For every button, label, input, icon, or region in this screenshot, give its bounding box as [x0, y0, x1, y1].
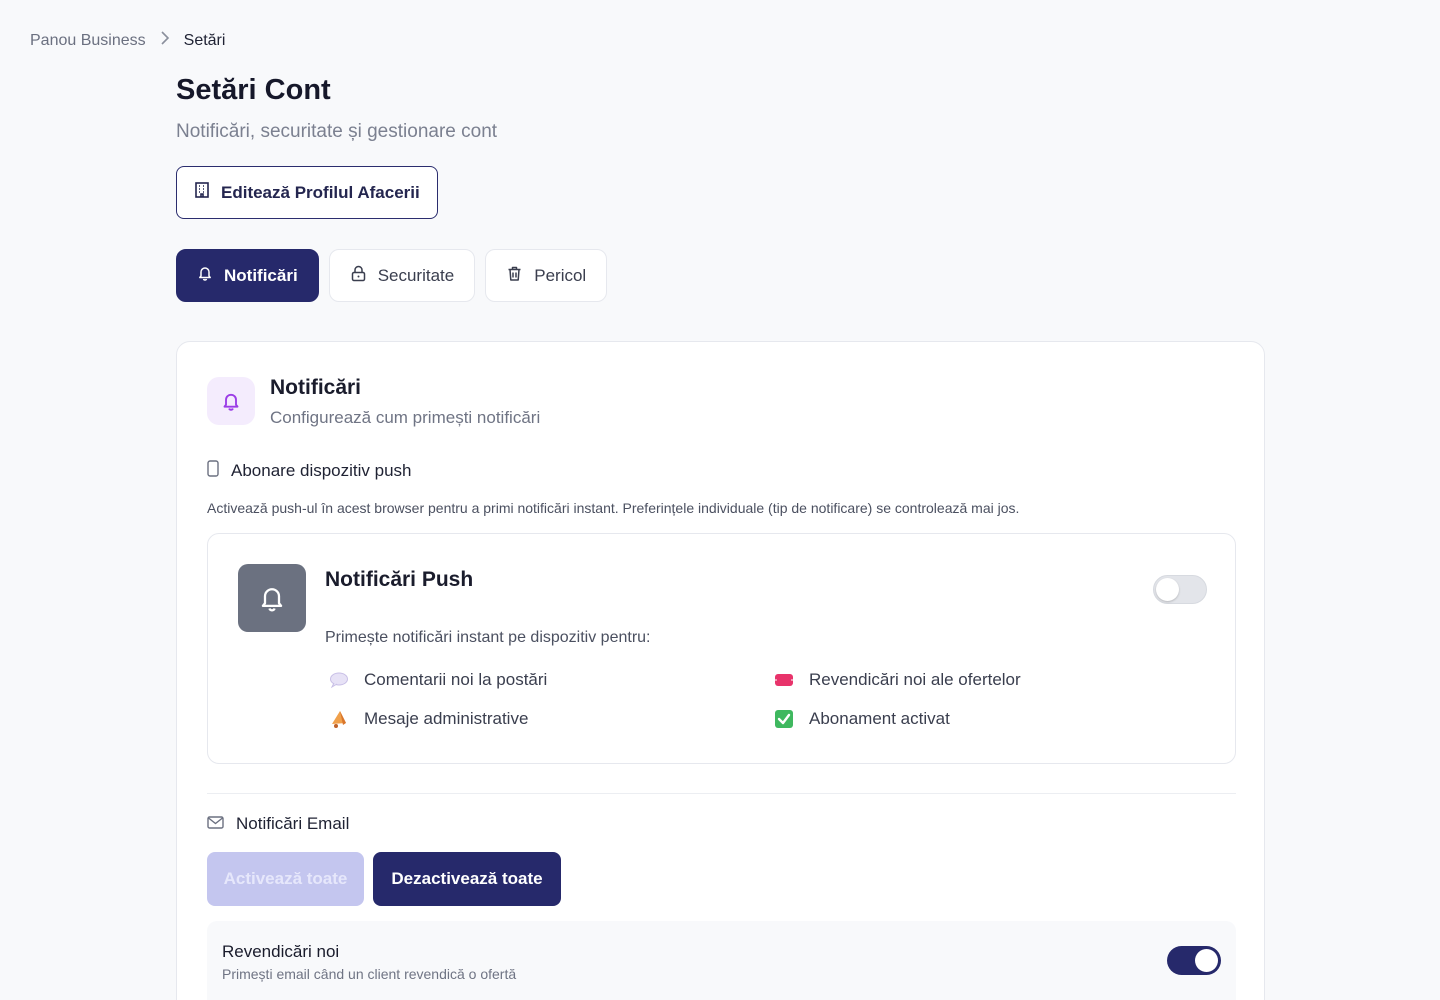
push-toggle[interactable] — [1153, 575, 1207, 604]
notifications-card: Notificări Configurează cum primești not… — [176, 341, 1265, 1000]
tab-security-label: Securitate — [377, 265, 455, 285]
email-section-heading-label: Notificări Email — [236, 814, 350, 833]
tab-danger[interactable]: Pericol — [485, 249, 608, 302]
speech-bubble-icon — [328, 669, 350, 691]
email-section-heading: Notificări Email — [207, 814, 349, 834]
page-title: Setări Cont — [176, 74, 331, 106]
tab-security[interactable]: Securitate — [328, 249, 476, 302]
enable-all-button[interactable]: Activează toate — [207, 852, 364, 906]
push-section-description: Activează push-ul în acest browser pentr… — [207, 500, 1020, 516]
push-notifications-box: Notificări Push Primește notificări inst… — [207, 533, 1236, 764]
ticket-icon — [773, 669, 795, 691]
email-row-toggle[interactable] — [1167, 946, 1221, 975]
lock-icon — [350, 265, 367, 287]
toggle-knob — [1156, 578, 1179, 601]
push-subtitle: Primește notificări instant pe dispoziti… — [325, 629, 651, 646]
card-title: Notificări — [270, 376, 362, 399]
breadcrumb-current: Setări — [183, 31, 226, 49]
push-section-heading: Abonare dispozitiv push — [207, 460, 412, 482]
toggle-knob — [1195, 949, 1218, 972]
megaphone-icon — [328, 708, 350, 730]
push-feature-label: Mesaje administrative — [364, 709, 529, 728]
push-feature-label: Comentarii noi la postări — [364, 670, 548, 689]
edit-business-profile-button[interactable]: Editează Profilul Afacerii — [176, 166, 438, 219]
tab-notifications-label: Notificări — [224, 265, 298, 285]
push-feature-item: Abonament activat — [773, 708, 950, 730]
email-row-title: Revendicări noi — [222, 942, 340, 961]
email-preference-row: Revendicări noi Primești email când un c… — [207, 921, 1236, 1000]
trash-icon — [506, 265, 523, 287]
mail-icon — [207, 814, 224, 834]
bell-icon — [197, 265, 213, 286]
email-row-description: Primești email când un client revendică … — [222, 966, 517, 982]
tab-danger-label: Pericol — [534, 265, 587, 285]
push-feature-item: Comentarii noi la postări — [328, 669, 547, 691]
breadcrumb: Panou Business Setări — [30, 31, 225, 50]
push-feature-label: Abonament activat — [809, 709, 950, 728]
page-subtitle: Notificări, securitate și gestionare con… — [176, 121, 498, 142]
bell-icon — [207, 377, 255, 425]
breadcrumb-root-link[interactable]: Panou Business — [30, 32, 146, 50]
disable-all-button[interactable]: Dezactivează toate — [373, 852, 561, 906]
push-section-heading-label: Abonare dispozitiv push — [231, 461, 412, 480]
push-feature-item: Mesaje administrative — [328, 708, 528, 730]
building-icon — [193, 181, 211, 204]
push-feature-item: Revendicări noi ale ofertelor — [773, 669, 1021, 691]
settings-tabs: Notificări Securitate Pericol — [176, 249, 608, 302]
chevron-right-icon — [160, 31, 170, 50]
check-mark-icon — [773, 708, 795, 730]
push-title: Notificări Push — [325, 568, 474, 591]
card-subtitle: Configurează cum primești notificări — [270, 408, 541, 427]
bell-icon — [238, 564, 306, 632]
push-feature-label: Revendicări noi ale ofertelor — [809, 670, 1021, 689]
section-divider — [207, 793, 1236, 794]
smartphone-icon — [207, 460, 219, 482]
edit-business-profile-label: Editează Profilul Afacerii — [221, 182, 420, 202]
tab-notifications[interactable]: Notificări — [176, 249, 319, 302]
